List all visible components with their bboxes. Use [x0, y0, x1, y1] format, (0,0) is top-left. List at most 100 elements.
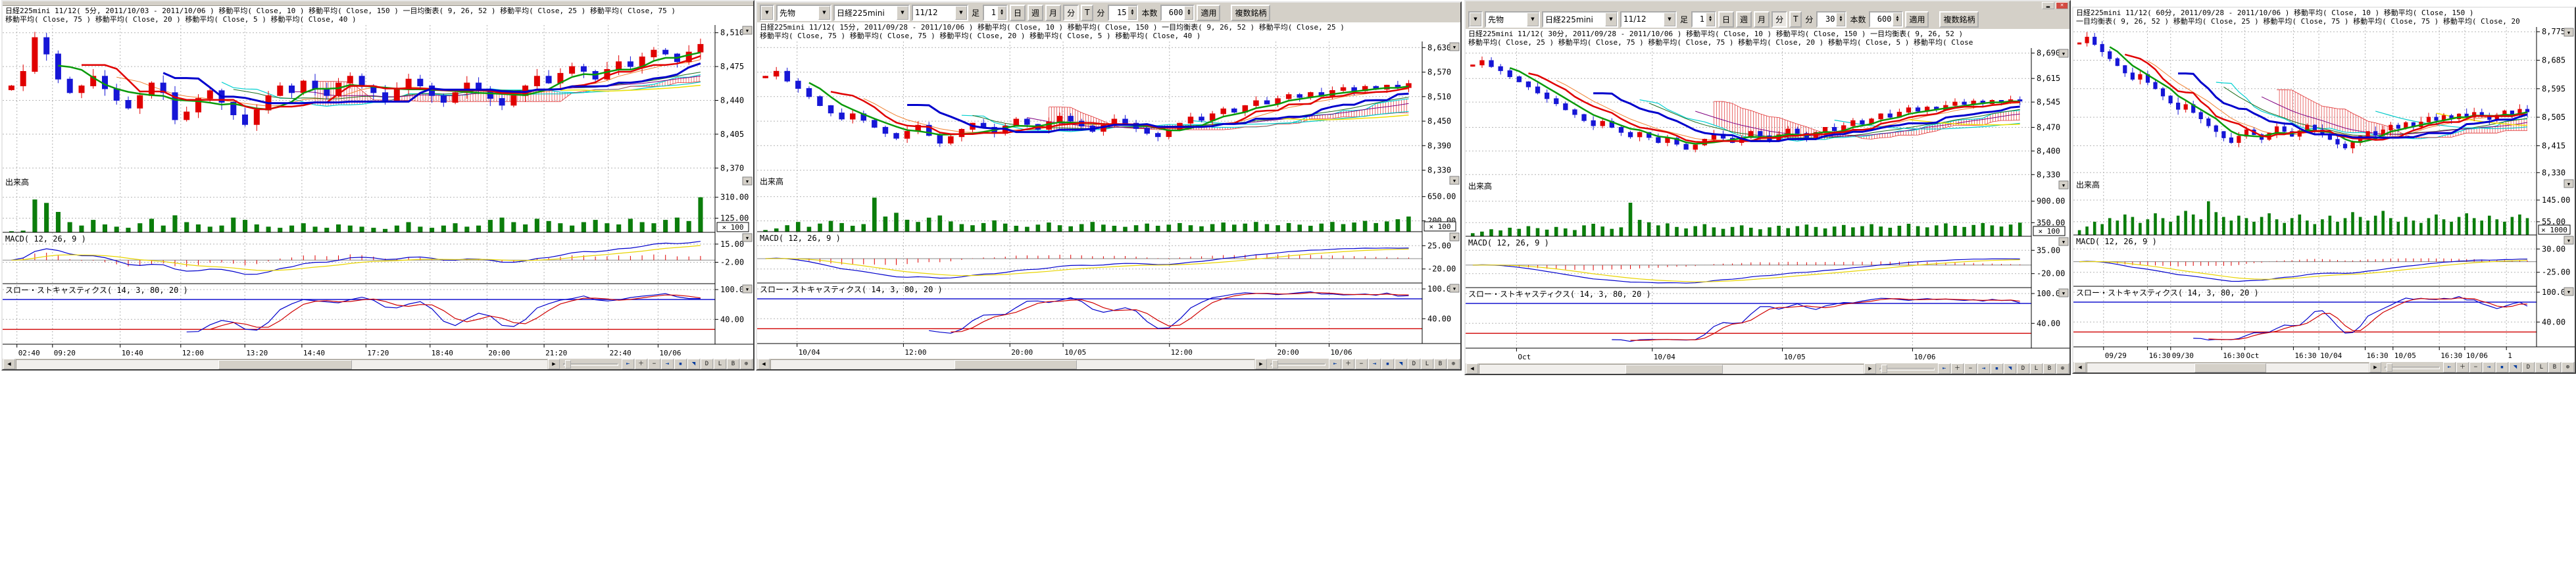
- scrollbar-thumb[interactable]: [1625, 365, 1723, 374]
- spinner-icon[interactable]: ▲▼: [1706, 13, 1715, 26]
- scroll-right-button[interactable]: ▶: [1864, 363, 1876, 374]
- chart-tool-button-7[interactable]: L: [2535, 362, 2548, 373]
- bar-count-spin[interactable]: 600▲▼: [1160, 5, 1195, 21]
- dropdown-arrow-icon[interactable]: ▼: [818, 6, 830, 20]
- period-button-4[interactable]: T: [1081, 5, 1093, 21]
- chart-tool-button-1[interactable]: ＋: [1342, 359, 1354, 369]
- chart-tool-button-5[interactable]: ◥: [2004, 363, 2016, 374]
- chart-tool-button-9[interactable]: ⊕: [740, 359, 753, 369]
- dropdown-arrow-icon[interactable]: ▼: [1470, 13, 1481, 26]
- category-combo[interactable]: 先物▼: [1485, 11, 1540, 28]
- chart-area[interactable]: 出来高MACD( 12, 26, 9 )スロー・ストキャスティクス( 14, 3…: [1466, 48, 2069, 363]
- chart-tool-button-5[interactable]: ◥: [1395, 359, 1407, 369]
- period-button-4[interactable]: T: [1789, 11, 1802, 28]
- apply-button[interactable]: 適用: [1197, 5, 1220, 21]
- section-dropdown-button[interactable]: ▼: [2564, 28, 2573, 36]
- chart-tool-button-9[interactable]: ⊕: [2562, 362, 2574, 373]
- section-dropdown-button[interactable]: ▼: [1450, 233, 1459, 241]
- multi-symbol-button[interactable]: 複数銘柄: [1231, 5, 1270, 21]
- scrollbar-thumb[interactable]: [2194, 363, 2266, 373]
- period-button-1[interactable]: 週: [1028, 5, 1043, 21]
- chart-tool-button-6[interactable]: D: [2017, 363, 2029, 374]
- chart-tool-button-6[interactable]: D: [1408, 359, 1420, 369]
- scrollbar-track[interactable]: [770, 359, 1254, 369]
- zoom-slider-thumb[interactable]: [1881, 365, 1887, 373]
- bar-interval-spin[interactable]: 1▲▼: [1691, 11, 1716, 28]
- chart-tool-button-3[interactable]: ⇥: [2483, 362, 2495, 373]
- zoom-slider[interactable]: [1877, 364, 1937, 373]
- chart-tool-button-1[interactable]: ＋: [2456, 362, 2469, 373]
- apply-button[interactable]: 適用: [1905, 11, 1929, 28]
- zoom-slider[interactable]: [2382, 363, 2442, 372]
- contract-month-combo[interactable]: 11/12▼: [912, 5, 968, 21]
- zoom-slider[interactable]: [560, 359, 621, 369]
- chart-tool-button-9[interactable]: ⊕: [1447, 359, 1460, 369]
- chart-tool-button-7[interactable]: L: [1421, 359, 1433, 369]
- section-dropdown-button[interactable]: ▼: [743, 285, 752, 293]
- dropdown-arrow-icon[interactable]: ▼: [1527, 13, 1539, 26]
- scroll-left-button[interactable]: ◀: [758, 359, 770, 369]
- chart-area[interactable]: 出来高MACD( 12, 26, 9 )スロー・ストキャスティクス( 14, 3…: [757, 41, 1460, 359]
- scrollbar-track[interactable]: [16, 359, 547, 369]
- bar-count-spin[interactable]: 600▲▼: [1869, 11, 1903, 28]
- scroll-right-button[interactable]: ▶: [548, 359, 560, 369]
- spinner-icon[interactable]: ▲▼: [1893, 13, 1902, 26]
- market-combo[interactable]: ▼: [1468, 11, 1483, 28]
- period-button-0[interactable]: 日: [1010, 5, 1026, 21]
- chart-tool-button-8[interactable]: B: [1434, 359, 1447, 369]
- section-dropdown-button[interactable]: ▼: [2059, 238, 2068, 245]
- symbol-combo[interactable]: 日経225mini▼: [1542, 11, 1618, 28]
- contract-month-combo[interactable]: 11/12▼: [1620, 11, 1677, 28]
- chart-tool-button-4[interactable]: ▪: [1381, 359, 1394, 369]
- period-button-1[interactable]: 週: [1736, 11, 1752, 28]
- chart-tool-button-1[interactable]: ＋: [1951, 363, 1964, 374]
- spinner-icon[interactable]: ▲▼: [1127, 6, 1137, 20]
- chart-tool-button-4[interactable]: ▪: [674, 359, 687, 369]
- chart-tool-button-5[interactable]: ◥: [2509, 362, 2521, 373]
- bar-interval-spin[interactable]: 1▲▼: [983, 5, 1008, 21]
- category-combo[interactable]: 先物▼: [776, 5, 831, 21]
- chart-tool-button-4[interactable]: ▪: [1991, 363, 2003, 374]
- scrollbar-thumb[interactable]: [954, 360, 1077, 369]
- dropdown-arrow-icon[interactable]: ▼: [761, 6, 773, 20]
- dropdown-arrow-icon[interactable]: ▼: [897, 6, 908, 20]
- chart-tool-button-1[interactable]: ＋: [635, 359, 647, 369]
- zoom-slider[interactable]: [1268, 359, 1328, 369]
- section-dropdown-button[interactable]: ▼: [2059, 49, 2068, 57]
- chart-tool-button-0[interactable]: ⇤: [1938, 363, 1950, 374]
- period-button-0[interactable]: 日: [1718, 11, 1734, 28]
- minimize-button[interactable]: ▂: [2042, 2, 2054, 9]
- chart-tool-button-0[interactable]: ⇤: [2443, 362, 2456, 373]
- period-button-2[interactable]: 月: [1045, 5, 1061, 21]
- chart-tool-button-9[interactable]: ⊕: [2056, 363, 2069, 374]
- chart-tool-button-2[interactable]: −: [1964, 363, 1977, 374]
- chart-area[interactable]: 出来高MACD( 12, 26, 9 )スロー・ストキャスティクス( 14, 3…: [2073, 27, 2575, 362]
- period-button-2[interactable]: 月: [1754, 11, 1770, 28]
- chart-tool-button-3[interactable]: ⇥: [1977, 363, 1990, 374]
- section-dropdown-button[interactable]: ▼: [743, 177, 752, 185]
- chart-tool-button-2[interactable]: −: [648, 359, 660, 369]
- chart-tool-button-2[interactable]: −: [2469, 362, 2482, 373]
- chart-tool-button-8[interactable]: B: [2548, 362, 2561, 373]
- multi-symbol-button[interactable]: 複数銘柄: [1939, 11, 1979, 28]
- scroll-left-button[interactable]: ◀: [1466, 363, 1478, 374]
- dropdown-arrow-icon[interactable]: ▼: [955, 6, 967, 20]
- scrollbar-track[interactable]: [1479, 364, 1864, 374]
- scroll-left-button[interactable]: ◀: [3, 359, 15, 369]
- scrollbar-thumb[interactable]: [218, 360, 353, 369]
- scroll-right-button[interactable]: ▶: [1255, 359, 1267, 369]
- section-dropdown-button[interactable]: ▼: [1450, 176, 1459, 184]
- dropdown-arrow-icon[interactable]: ▼: [1605, 13, 1617, 26]
- zoom-slider-thumb[interactable]: [565, 360, 571, 369]
- scrollbar-track[interactable]: [2087, 363, 2369, 373]
- section-dropdown-button[interactable]: ▼: [2059, 181, 2068, 189]
- chart-tool-button-8[interactable]: B: [727, 359, 739, 369]
- zoom-slider-thumb[interactable]: [2387, 363, 2392, 372]
- period-button-3[interactable]: 分: [1063, 5, 1079, 21]
- section-dropdown-button[interactable]: ▼: [743, 234, 752, 242]
- chart-tool-button-8[interactable]: B: [2043, 363, 2056, 374]
- spinner-icon[interactable]: ▲▼: [1184, 6, 1193, 20]
- section-dropdown-button[interactable]: ▼: [2564, 288, 2573, 296]
- chart-tool-button-5[interactable]: ◥: [687, 359, 700, 369]
- chart-tool-button-6[interactable]: D: [2522, 362, 2535, 373]
